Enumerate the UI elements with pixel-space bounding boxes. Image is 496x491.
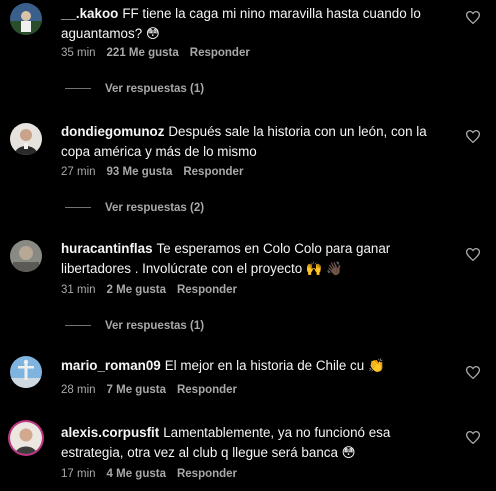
replies-divider	[65, 207, 91, 209]
comment-username[interactable]: alexis.corpusfit	[61, 425, 159, 440]
reply-button[interactable]: Responder	[177, 284, 237, 296]
view-replies-label: Ver respuestas (1)	[105, 320, 205, 332]
comment-likes[interactable]: 7 Me gusta	[107, 384, 166, 396]
avatar[interactable]	[10, 123, 42, 155]
comment-time: 28 min	[61, 384, 96, 396]
comment-meta: 35 min 221 Me gusta Responder	[61, 47, 250, 59]
comment-meta: 27 min 93 Me gusta Responder	[61, 166, 243, 178]
replies-divider	[65, 88, 91, 90]
comment-likes[interactable]: 4 Me gusta	[107, 468, 166, 480]
comment-time: 31 min	[61, 284, 96, 296]
heart-icon[interactable]	[466, 248, 480, 261]
reply-button[interactable]: Responder	[183, 166, 243, 178]
emoji-flushed-icon: 😳	[341, 445, 356, 460]
comment-time: 27 min	[61, 166, 96, 178]
emoji-flushed-icon: 😳	[145, 26, 160, 41]
emoji-raised-hands-icon: 🙌 👋🏿	[305, 261, 343, 276]
comment-username[interactable]: huracantinflas	[61, 241, 153, 256]
emoji-clapping-hands-icon: 👏	[367, 358, 385, 373]
comment-likes[interactable]: 2 Me gusta	[107, 284, 166, 296]
comment-likes[interactable]: 93 Me gusta	[107, 166, 173, 178]
comment-text: alexis.corpusfit Lamentablemente, ya no f…	[61, 423, 456, 463]
avatar[interactable]	[10, 422, 42, 454]
comment-meta: 17 min 4 Me gusta Responder	[61, 468, 237, 480]
comment-time: 17 min	[61, 468, 96, 480]
replies-divider	[65, 325, 91, 327]
avatar[interactable]	[10, 240, 42, 272]
avatar[interactable]	[10, 3, 42, 35]
comment-username[interactable]: mario_roman09	[61, 358, 161, 373]
comment-username[interactable]: __.kakoo	[61, 6, 118, 21]
view-replies-button[interactable]: Ver respuestas (2)	[65, 202, 204, 214]
heart-icon[interactable]	[466, 366, 480, 379]
view-replies-label: Ver respuestas (1)	[105, 83, 205, 95]
reply-button[interactable]: Responder	[177, 468, 237, 480]
avatar[interactable]	[10, 356, 42, 388]
comment-likes[interactable]: 221 Me gusta	[107, 47, 179, 59]
heart-icon[interactable]	[466, 11, 480, 24]
heart-icon[interactable]	[466, 431, 480, 444]
comment-username[interactable]: dondiegomunoz	[61, 124, 164, 139]
view-replies-label: Ver respuestas (2)	[105, 202, 205, 214]
view-replies-button[interactable]: Ver respuestas (1)	[65, 320, 204, 332]
comment-body: El mejor en la historia de Chile cu	[164, 358, 365, 373]
comment-time: 35 min	[61, 47, 96, 59]
comment-text: dondiegomunoz Después sale la historia co…	[61, 122, 456, 162]
view-replies-button[interactable]: Ver respuestas (1)	[65, 83, 204, 95]
comment-text: huracantinflas Te esperamos en Colo Colo …	[61, 239, 456, 279]
heart-icon[interactable]	[466, 130, 480, 143]
comment-meta: 28 min 7 Me gusta Responder	[61, 384, 237, 396]
reply-button[interactable]: Responder	[190, 47, 250, 59]
comment-text: __.kakoo FF tiene la caga mi nino maravil…	[61, 4, 456, 44]
comment-text: mario_roman09 El mejor en la historia de …	[61, 356, 456, 376]
reply-button[interactable]: Responder	[177, 384, 237, 396]
comment-meta: 31 min 2 Me gusta Responder	[61, 284, 237, 296]
